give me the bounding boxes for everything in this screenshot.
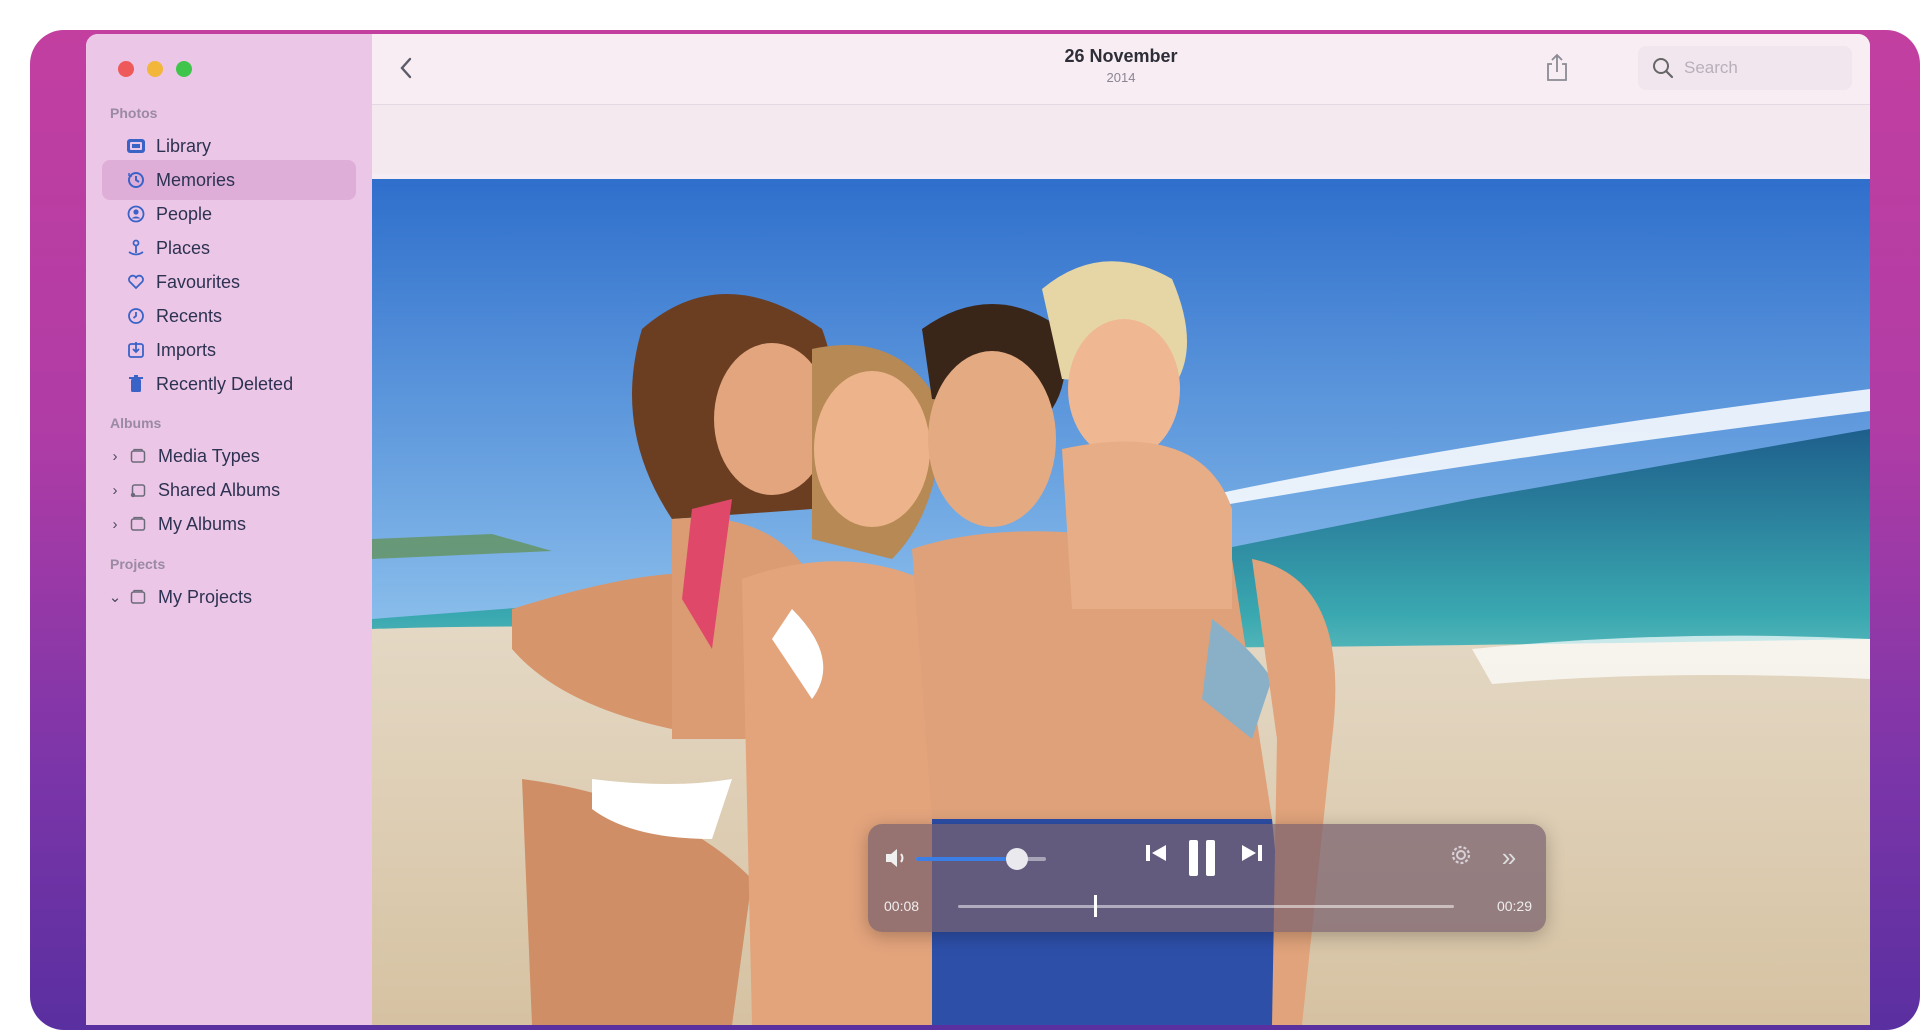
toolbar-subbar [372,105,1870,174]
section-label-projects: Projects [110,556,166,572]
zoom-window-button[interactable] [176,61,192,77]
minimize-window-button[interactable] [147,61,163,77]
search-input[interactable] [1682,57,1836,79]
library-icon [126,136,146,156]
heart-icon [126,272,146,292]
settings-button[interactable] [1448,842,1476,872]
section-label-albums: Albums [110,415,162,431]
sidebar-item-my-projects[interactable]: ⌄ My Projects [102,577,356,617]
sidebar-item-label: Places [156,237,211,258]
double-chevron-right-icon: » [1501,841,1517,872]
more-options-button[interactable]: » [1494,842,1524,872]
memory-photo[interactable]: » 00:08 00:29 [372,179,1870,1025]
elapsed-time: 00:08 [884,898,920,914]
people-icon [126,204,146,224]
folder-icon [128,446,148,466]
clock-icon [126,306,146,326]
sidebar-item-label: Favourites [156,271,241,292]
photos-window: Photos Library Memories People Places Fa… [86,34,1870,1025]
pause-icon [1189,840,1215,876]
volume-slider-knob[interactable] [1006,848,1029,870]
search-icon [1653,58,1674,79]
skip-back-icon [1146,845,1166,861]
pause-button[interactable] [1186,838,1224,878]
sidebar-item-label: People [156,203,213,224]
folder-icon [128,514,148,534]
previous-button[interactable] [1144,842,1170,874]
sidebar-item-label: Recents [156,305,223,326]
sidebar-item-label: Memories [156,169,236,190]
sidebar-item-label: Imports [156,339,217,360]
sidebar: Photos Library Memories People Places Fa… [86,34,372,1025]
volume-slider[interactable] [916,848,1046,870]
section-label-photos: Photos [110,105,158,121]
share-button[interactable] [1542,52,1572,84]
volume-icon[interactable] [884,846,910,870]
trash-icon [126,374,146,394]
places-icon [126,238,146,258]
import-icon [126,340,146,360]
gear-icon [1451,845,1471,865]
window-controls [118,61,192,77]
sidebar-item-label: Library [156,135,212,156]
sidebar-item-label: Recently Deleted [156,373,294,394]
close-window-button[interactable] [118,61,134,77]
folder-icon [128,587,148,607]
chevron-right-icon[interactable]: › [108,482,122,499]
total-time: 00:29 [1496,898,1532,914]
sidebar-item-label: My Albums [158,513,247,534]
memories-icon [126,170,146,190]
playback-controls: » 00:08 00:29 [868,824,1546,932]
sidebar-item-label: Media Types [158,445,260,466]
chevron-right-icon[interactable]: › [108,448,122,465]
sidebar-item-recently-deleted[interactable]: Recently Deleted [102,364,356,404]
scrubber-playhead[interactable] [1093,895,1097,917]
sidebar-item-label: My Projects [158,586,253,607]
shared-folder-icon [128,480,148,500]
sidebar-item-my-albums[interactable]: › My Albums [102,504,356,544]
chevron-right-icon[interactable]: › [108,516,122,533]
next-button[interactable] [1240,842,1266,874]
share-icon [1547,53,1567,81]
volume-slider-fill [916,857,1018,861]
playback-scrubber[interactable] [958,895,1454,917]
search-field[interactable] [1638,46,1852,90]
toolbar: 26 November 2014 [372,34,1870,105]
chevron-down-icon[interactable]: ⌄ [108,588,122,606]
sidebar-item-label: Shared Albums [158,479,281,500]
skip-forward-icon [1242,845,1262,861]
